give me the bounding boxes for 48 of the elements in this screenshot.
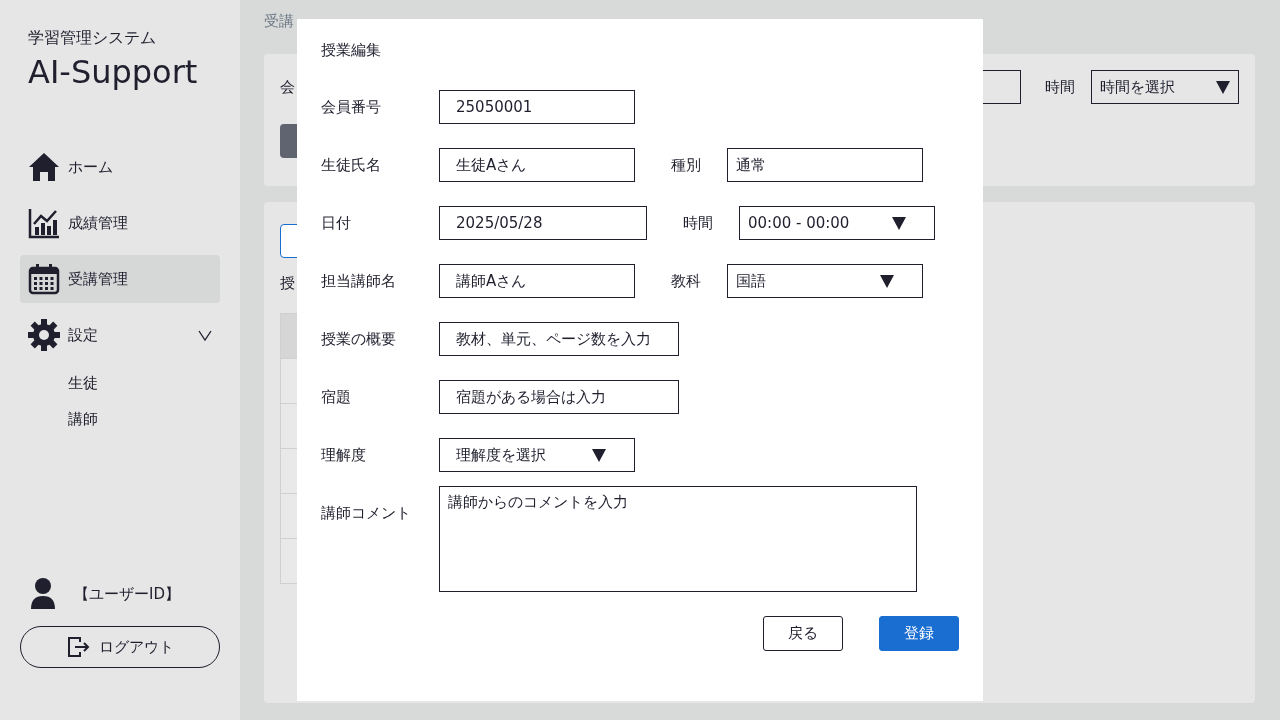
text-field[interactable]: 講師Aさん	[439, 264, 635, 298]
field-label: 宿題	[321, 387, 352, 408]
nav-item[interactable]: 受講管理	[20, 255, 220, 303]
field-label: 会	[280, 77, 295, 97]
field-label: 会員番号	[321, 97, 382, 118]
field-label: 生徒氏名	[321, 155, 382, 176]
calendar-icon	[28, 263, 60, 295]
text-field[interactable]: 宿題がある場合は入力	[439, 380, 679, 414]
dropdown-arrow-icon	[592, 448, 606, 462]
field-label: 講師コメント	[321, 503, 412, 524]
nav-item[interactable]: 設定	[20, 311, 220, 359]
select-field[interactable]: 00:00 - 00:00	[739, 206, 935, 240]
dropdown-arrow-icon	[880, 274, 894, 288]
app-title: AI-Support	[28, 53, 199, 91]
text-field[interactable]: 教材、単元、ページ数を入力	[439, 322, 679, 356]
dropdown-arrow-icon	[1216, 80, 1230, 94]
chart-icon	[28, 207, 60, 239]
submit-button[interactable]: 登録	[879, 616, 959, 651]
user-icon	[30, 578, 56, 610]
nav-subitem[interactable]: 生徒	[20, 371, 220, 395]
back-button[interactable]: 戻る	[763, 616, 843, 651]
field-label: 授業の概要	[321, 329, 397, 350]
field-label: 日付	[321, 213, 352, 234]
home-icon	[28, 152, 60, 182]
select-field[interactable]: 理解度を選択	[439, 438, 635, 472]
comment-field[interactable]: 講師からのコメントを入力	[439, 486, 917, 592]
field-label: 時間	[683, 213, 714, 234]
logout-icon	[66, 636, 91, 658]
nav-subitem[interactable]: 講師	[20, 407, 220, 431]
time-select[interactable]: 時間を選択	[1091, 70, 1239, 104]
field-label: 担当講師名	[321, 271, 397, 292]
app-subtitle: 学習管理システム	[28, 28, 157, 49]
dialog-title: 授業編集	[321, 41, 382, 60]
nav-item[interactable]: ホーム	[20, 143, 220, 191]
field-label: 理解度	[321, 445, 367, 466]
text-field[interactable]: 2025/05/28	[439, 206, 647, 240]
nav-item[interactable]: 成績管理	[20, 199, 220, 247]
user-id: 【ユーザーID】	[74, 584, 180, 604]
field-label: 時間	[1045, 77, 1075, 97]
field-label: 教科	[671, 271, 702, 292]
field-label: 種別	[671, 155, 702, 176]
text-field[interactable]: 生徒Aさん	[439, 148, 635, 182]
dropdown-arrow-icon	[892, 216, 906, 230]
select-field[interactable]: 国語	[727, 264, 923, 298]
section-heading: 授	[280, 274, 295, 293]
gear-icon	[28, 319, 60, 351]
text-field[interactable]: 25050001	[439, 90, 635, 124]
text-field[interactable]: 通常	[727, 148, 923, 182]
